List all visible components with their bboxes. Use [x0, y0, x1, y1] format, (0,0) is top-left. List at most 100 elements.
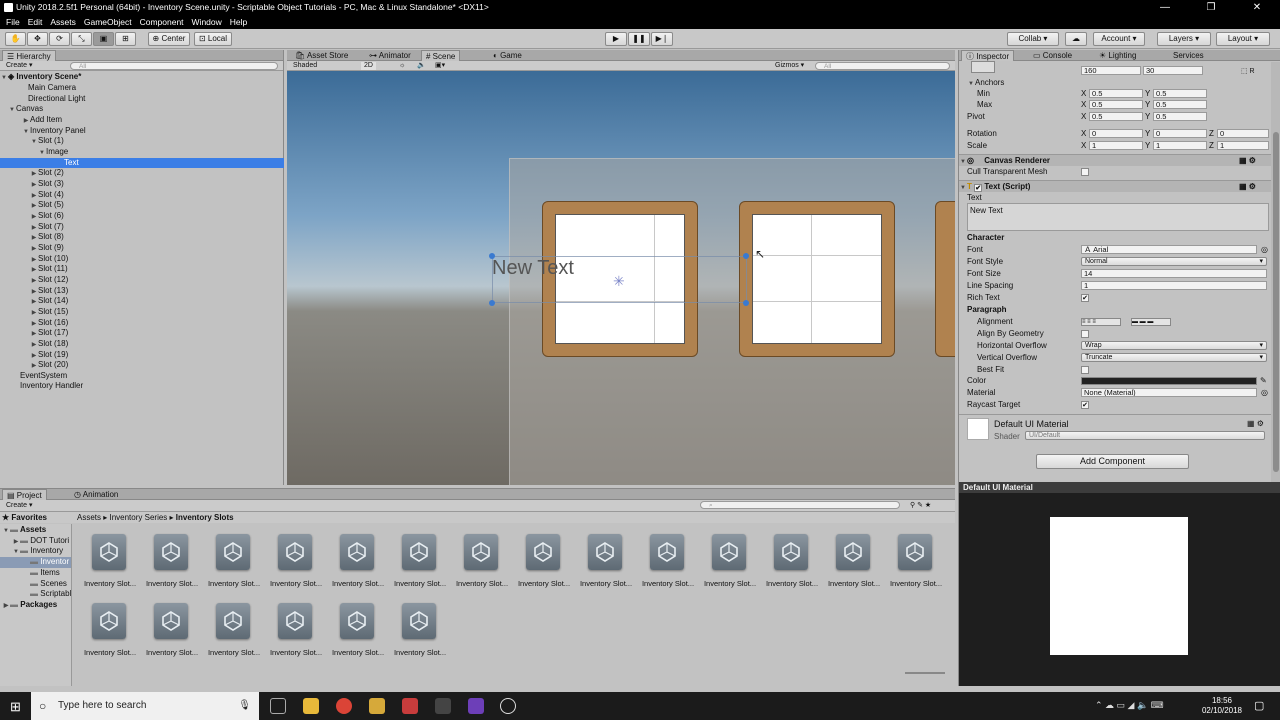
hierarchy-item[interactable]: ▶ Slot (6): [0, 211, 284, 222]
filter-icons[interactable]: ⚲ ✎ ★: [910, 502, 931, 510]
taskbar-search-input[interactable]: ○ Type here to search 🎙: [31, 692, 259, 720]
pivot-center-button[interactable]: ⊕ Center: [148, 32, 190, 46]
hierarchy-item[interactable]: ▶ Slot (19): [0, 350, 284, 361]
project-tree-item[interactable]: ▬ Scriptable: [0, 589, 71, 600]
project-tree-item[interactable]: ▶ ▬ DOT Tutori: [0, 536, 71, 547]
move-tool-icon[interactable]: ✥: [27, 32, 48, 46]
hierarchy-item[interactable]: ▶ Slot (5): [0, 200, 284, 211]
asset-item[interactable]: Inventory Slot...: [327, 534, 389, 596]
project-tree-item[interactable]: ▬ Items: [0, 568, 71, 579]
lighting-toggle-icon[interactable]: ☼: [399, 62, 405, 70]
project-tree-item[interactable]: ▶ ▬ Packages: [0, 600, 71, 612]
hierarchy-item[interactable]: ▶ Slot (18): [0, 339, 284, 350]
layout-dropdown[interactable]: Layout ▾: [1216, 32, 1270, 46]
asset-item[interactable]: Inventory Slot...: [141, 603, 203, 665]
scale-z-field[interactable]: 1: [1217, 141, 1269, 150]
menu-window[interactable]: Window: [192, 17, 222, 27]
hierarchy-create-button[interactable]: Create ▾: [6, 62, 32, 70]
width-field[interactable]: 160: [1081, 66, 1141, 75]
scale-x-field[interactable]: 1: [1089, 141, 1143, 150]
hand-tool-icon[interactable]: ✋: [5, 32, 26, 46]
tab-animation[interactable]: ◷ Animation: [70, 489, 122, 500]
tab-lighting[interactable]: ☀ Lighting: [1095, 50, 1140, 61]
favorites-item[interactable]: ★ Favorites: [2, 512, 47, 523]
play-button[interactable]: ▶: [605, 32, 627, 46]
inspector-scrollbar[interactable]: [1271, 62, 1280, 482]
hierarchy-item[interactable]: Text: [0, 157, 284, 169]
breadcrumb-inventory-slots[interactable]: Inventory Slots: [176, 513, 234, 522]
anchor-min-y-field[interactable]: 0.5: [1153, 89, 1207, 98]
account-dropdown[interactable]: Account ▾: [1093, 32, 1145, 46]
menu-component[interactable]: Component: [140, 17, 184, 27]
font-size-field[interactable]: 14: [1081, 269, 1267, 278]
transform-tool-icon[interactable]: ⊞: [115, 32, 136, 46]
hierarchy-item[interactable]: ▶ Add Item: [0, 115, 284, 126]
layers-dropdown[interactable]: Layers ▾: [1157, 32, 1211, 46]
resize-handle[interactable]: [489, 253, 495, 259]
hierarchy-item[interactable]: ▶ Slot (16): [0, 318, 284, 329]
menu-assets[interactable]: Assets: [50, 17, 76, 27]
scene-viewport[interactable]: New Text ✳ ↖: [287, 71, 955, 485]
gizmos-dropdown[interactable]: Gizmos ▾: [775, 62, 804, 70]
asset-item[interactable]: Inventory Slot...: [823, 534, 885, 596]
line-spacing-field[interactable]: 1: [1081, 281, 1267, 290]
inventory-slot[interactable]: [935, 201, 955, 357]
hierarchy-item[interactable]: ▼Inventory Panel: [0, 126, 284, 137]
hierarchy-item[interactable]: ▶ Slot (7): [0, 222, 284, 233]
project-tree-item[interactable]: ▼▬ Inventory: [0, 546, 71, 557]
h-overflow-dropdown[interactable]: Wrap ▾: [1081, 341, 1267, 350]
notifications-icon[interactable]: ▢: [1254, 699, 1264, 712]
hierarchy-item[interactable]: ▶ Slot (13): [0, 286, 284, 297]
asset-item[interactable]: Inventory Slot...: [265, 534, 327, 596]
menu-edit[interactable]: Edit: [28, 17, 43, 27]
object-picker-icon[interactable]: ◎: [1261, 244, 1268, 256]
scale-tool-icon[interactable]: ⤡: [71, 32, 92, 46]
add-component-button[interactable]: Add Component: [1036, 454, 1189, 469]
material-preview[interactable]: [1050, 517, 1188, 655]
height-field[interactable]: 30: [1143, 66, 1203, 75]
clock[interactable]: 18:56 02/10/2018: [1200, 696, 1244, 716]
hierarchy-item[interactable]: ▶ Slot (20): [0, 360, 284, 371]
file-explorer-icon[interactable]: [303, 698, 319, 714]
expand-arrow-icon[interactable]: ▶: [2, 601, 10, 612]
vertical-alignment-buttons[interactable]: ▬ ▬ ▬: [1131, 318, 1171, 326]
cull-mesh-checkbox[interactable]: [1081, 168, 1089, 176]
tab-asset-store[interactable]: 🛍 Asset Store: [291, 50, 352, 61]
hierarchy-item[interactable]: ▼Image: [0, 147, 284, 158]
inventory-slot[interactable]: [739, 201, 895, 357]
asset-item[interactable]: Inventory Slot...: [203, 603, 265, 665]
text-script-header[interactable]: ▼T ✔ Text (Script) ▦ ⚙: [959, 180, 1271, 192]
collab-dropdown[interactable]: Collab ▾: [1007, 32, 1059, 46]
asset-item[interactable]: Inventory Slot...: [265, 603, 327, 665]
project-tree-item[interactable]: ▬ Inventor: [0, 557, 71, 568]
cloud-icon[interactable]: ☁: [1065, 32, 1087, 46]
tab-game[interactable]: ◐ Game: [489, 50, 526, 61]
hierarchy-item[interactable]: ▶ Slot (3): [0, 179, 284, 190]
space-local-button[interactable]: ⊡ Local: [194, 32, 232, 46]
minimize-button[interactable]: —: [1142, 0, 1188, 15]
hierarchy-item[interactable]: ▶ Slot (8): [0, 232, 284, 243]
close-button[interactable]: ✕: [1234, 0, 1280, 15]
anchor-max-y-field[interactable]: 0.5: [1153, 100, 1207, 109]
tab-inspector[interactable]: ⓘ Inspector: [961, 50, 1015, 61]
hierarchy-item[interactable]: ▼Canvas: [0, 104, 284, 115]
asset-item[interactable]: Inventory Slot...: [389, 603, 451, 665]
project-tree-item[interactable]: ▬ Scenes: [0, 579, 71, 590]
project-create-button[interactable]: Create ▾: [6, 502, 32, 510]
rich-text-checkbox[interactable]: ✔: [1081, 294, 1089, 302]
color-field[interactable]: [1081, 377, 1257, 385]
hierarchy-item[interactable]: ▶ Slot (4): [0, 190, 284, 201]
asset-item[interactable]: Inventory Slot...: [327, 603, 389, 665]
anchor-min-x-field[interactable]: 0.5: [1089, 89, 1143, 98]
chrome-icon[interactable]: [336, 698, 352, 714]
menu-file[interactable]: File: [6, 17, 20, 27]
microphone-icon[interactable]: 🎙: [238, 692, 251, 720]
scene-search-input[interactable]: All: [815, 62, 950, 70]
tab-console[interactable]: ▭ Console: [1029, 50, 1076, 61]
raycast-target-checkbox[interactable]: ✔: [1081, 401, 1089, 409]
hierarchy-item[interactable]: ▶ Slot (14): [0, 296, 284, 307]
unity-taskbar-icon[interactable]: [435, 698, 451, 714]
tab-hierarchy[interactable]: ☰ Hierarchy: [2, 50, 56, 61]
rotate-tool-icon[interactable]: ⟳: [49, 32, 70, 46]
resize-handle[interactable]: [489, 300, 495, 306]
